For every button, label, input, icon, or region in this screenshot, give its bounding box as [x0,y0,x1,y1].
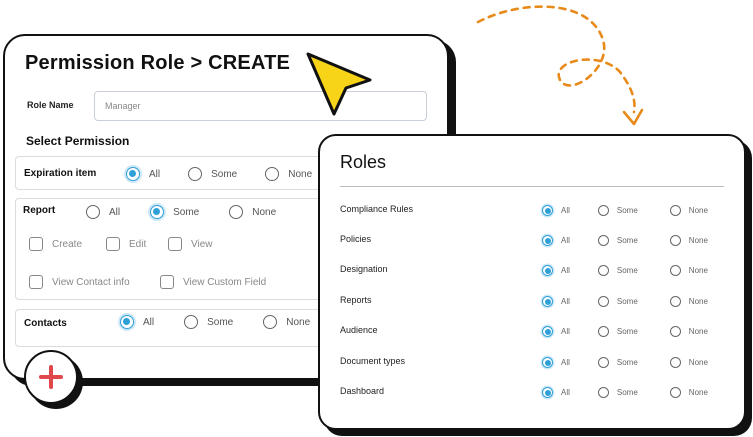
role-radio-group: All Some None [542,265,708,276]
radio-button[interactable] [542,326,553,337]
role-name-label: Role Name [27,100,74,110]
radio-option-all[interactable]: All [542,235,570,246]
page-title: Permission Role > CREATE [25,52,291,74]
radio-option-all[interactable]: All [542,387,570,398]
select-permission-heading: Select Permission [26,134,130,148]
checkbox-view-contact-info[interactable]: View Contact info [29,275,130,289]
radio-option-all[interactable]: All [120,315,154,329]
permission-name: Report [23,205,56,216]
radio-button[interactable] [669,235,681,246]
role-radio-group: All Some None [542,235,708,246]
role-row-label: Policies [340,234,372,244]
radio-option-none[interactable]: None [669,265,708,276]
permission-name: Expiration item [24,168,97,179]
role-row-label: Document types [340,356,406,366]
radio-option-none[interactable]: None [265,167,312,181]
radio-button[interactable] [188,167,203,181]
radio-button[interactable] [597,205,609,216]
radio-button[interactable] [542,296,553,307]
radio-option-some[interactable]: Some [184,315,233,329]
radio-button[interactable] [669,326,681,337]
radio-option-some[interactable]: Some [597,387,638,398]
radio-option-none[interactable]: None [669,296,708,307]
role-radio-group: All Some None [542,205,708,216]
role-row-label: Audience [340,325,378,335]
permission-name: Contacts [24,318,67,329]
add-button[interactable] [24,350,78,404]
radio-option-all[interactable]: All [542,265,570,276]
radio-option-all[interactable]: All [542,296,570,307]
radio-button[interactable] [669,265,681,276]
radio-button[interactable] [597,357,609,368]
roles-title: Roles [340,152,387,172]
radio-option-all[interactable]: All [542,357,570,368]
radio-option-all[interactable]: All [126,167,160,181]
radio-option-none[interactable]: None [669,235,708,246]
contacts-radio-group: All Some None [120,315,310,329]
plus-icon [39,365,63,389]
checkbox[interactable] [29,275,43,289]
radio-option-some[interactable]: Some [597,326,638,337]
radio-option-some[interactable]: Some [597,205,638,216]
radio-button[interactable] [542,235,553,246]
checkbox-edit[interactable]: Edit [106,237,146,251]
radio-button[interactable] [542,387,553,398]
radio-button[interactable] [542,357,553,368]
radio-option-none[interactable]: None [669,326,708,337]
role-row-label: Compliance Rules [340,204,414,214]
radio-button[interactable] [597,387,609,398]
radio-option-all[interactable]: All [542,326,570,337]
radio-button[interactable] [669,296,681,307]
radio-button[interactable] [597,326,609,337]
radio-option-some[interactable]: Some [150,205,199,219]
radio-button[interactable] [669,387,681,398]
radio-button[interactable] [542,205,553,216]
radio-option-none[interactable]: None [669,357,708,368]
checkbox[interactable] [29,237,43,251]
role-radio-group: All Some None [542,357,708,368]
report-radio-group: All Some None [86,205,276,219]
checkbox-view[interactable]: View [168,237,213,251]
roles-card: Roles Compliance Rules All Some None Policie… [318,134,746,430]
radio-option-none[interactable]: None [263,315,310,329]
radio-button[interactable] [597,235,609,246]
radio-option-all[interactable]: All [86,205,120,219]
radio-button[interactable] [669,357,681,368]
cursor-arrow-icon [306,52,372,116]
role-row-label: Reports [340,295,372,305]
checkbox-view-custom-field[interactable]: View Custom Field [160,275,266,289]
radio-button[interactable] [597,296,609,307]
radio-button[interactable] [542,265,553,276]
radio-option-none[interactable]: None [669,205,708,216]
role-row-label: Dashboard [340,386,385,396]
radio-button[interactable] [669,205,681,216]
checkbox[interactable] [168,237,182,251]
checkbox[interactable] [106,237,120,251]
radio-option-none[interactable]: None [229,205,276,219]
radio-button[interactable] [150,205,165,219]
role-radio-group: All Some None [542,326,708,337]
radio-option-some[interactable]: Some [188,167,237,181]
radio-button[interactable] [184,315,199,329]
divider [340,186,724,187]
radio-option-none[interactable]: None [669,387,708,398]
radio-button[interactable] [120,315,134,329]
checkbox[interactable] [160,275,174,289]
radio-button[interactable] [263,315,278,329]
expiration-radio-group: All Some None [126,167,312,181]
radio-button[interactable] [229,205,244,219]
role-radio-group: All Some None [542,296,708,307]
radio-button[interactable] [126,167,140,181]
radio-option-all[interactable]: All [542,205,570,216]
radio-option-some[interactable]: Some [597,357,638,368]
checkbox-create[interactable]: Create [29,237,82,251]
role-radio-group: All Some None [542,387,708,398]
role-row-label: Designation [340,264,388,274]
radio-button[interactable] [265,167,280,181]
radio-option-some[interactable]: Some [597,265,638,276]
radio-button[interactable] [597,265,609,276]
radio-option-some[interactable]: Some [597,296,638,307]
radio-option-some[interactable]: Some [597,235,638,246]
radio-button[interactable] [86,205,100,219]
